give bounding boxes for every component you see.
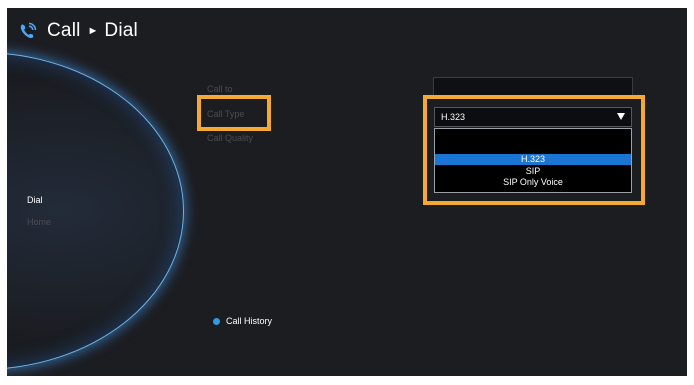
page-subtitle: Dial xyxy=(104,20,138,41)
page-title: Call xyxy=(47,20,81,41)
page-header: Call ► Dial xyxy=(18,18,138,44)
call-to-label: Call to xyxy=(207,84,233,94)
nav-item-dial[interactable]: Dial xyxy=(27,195,43,205)
call-history-label: Call History xyxy=(226,316,273,326)
call-history-button[interactable]: Call History xyxy=(213,316,272,326)
phone-call-icon xyxy=(20,22,37,39)
nav-item-home[interactable]: Home xyxy=(27,217,51,227)
call-quality-label: Call Quality xyxy=(207,133,254,143)
call-type-dropdown-highlight xyxy=(423,95,645,205)
status-dot-icon xyxy=(213,317,220,325)
menu-arc-glow xyxy=(7,52,184,370)
call-to-input[interactable] xyxy=(433,77,633,96)
breadcrumb-separator-icon: ► xyxy=(87,25,99,37)
call-type-label-highlight xyxy=(197,95,271,131)
